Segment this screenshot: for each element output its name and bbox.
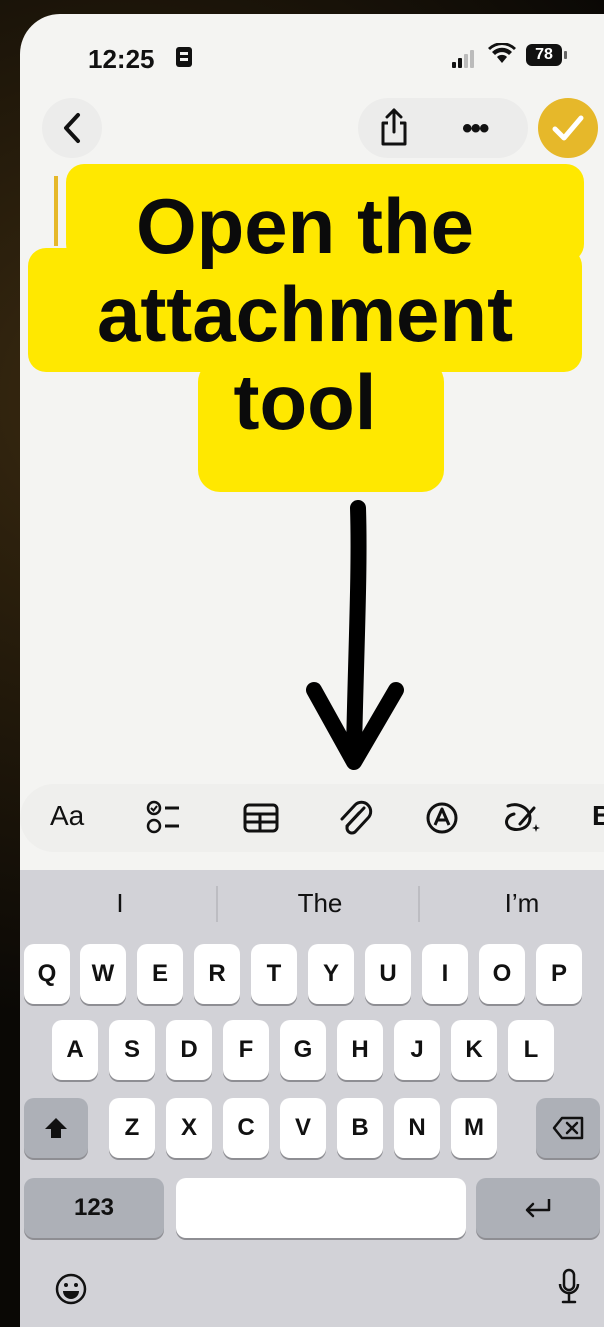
key-i[interactable]: I — [422, 944, 468, 1004]
key-u[interactable]: U — [365, 944, 411, 1004]
key-m[interactable]: M — [451, 1098, 497, 1158]
toolbar-overflow-item[interactable]: B — [592, 800, 604, 840]
microphone-icon[interactable] — [558, 1268, 580, 1308]
suggestion-divider — [216, 886, 218, 922]
key-j[interactable]: J — [394, 1020, 440, 1080]
key-n[interactable]: N — [394, 1098, 440, 1158]
emoji-icon[interactable] — [54, 1272, 88, 1306]
key-a[interactable]: A — [52, 1020, 98, 1080]
ellipsis-icon[interactable]: ••• — [462, 112, 489, 146]
key-x[interactable]: X — [166, 1098, 212, 1158]
suggestion-divider — [418, 886, 420, 922]
key-y[interactable]: Y — [308, 944, 354, 1004]
wifi-icon — [488, 40, 516, 72]
numbers-key[interactable]: 123 — [24, 1178, 164, 1238]
keyboard: I The I’m Q W E R T Y U I O P A S D F G … — [20, 870, 604, 1327]
key-k[interactable]: K — [451, 1020, 497, 1080]
text-style-button[interactable]: Aa — [50, 800, 84, 840]
delete-icon — [552, 1116, 584, 1140]
status-time: 12:25 — [88, 44, 155, 74]
callout-line-1: Open the — [135, 182, 474, 270]
sim-card-icon — [176, 47, 192, 67]
signal-icon — [452, 46, 478, 68]
key-p[interactable]: P — [536, 944, 582, 1004]
key-h[interactable]: H — [337, 1020, 383, 1080]
instruction-callout: Open the attachment tool — [28, 150, 584, 498]
key-c[interactable]: C — [223, 1098, 269, 1158]
key-f[interactable]: F — [223, 1020, 269, 1080]
key-l[interactable]: L — [508, 1020, 554, 1080]
key-z[interactable]: Z — [109, 1098, 155, 1158]
formatting-toolbar: Aa B — [20, 784, 604, 852]
suggestion-2[interactable]: The — [230, 888, 410, 919]
shift-icon — [45, 1118, 67, 1138]
sparkle-pen-icon[interactable] — [500, 798, 542, 838]
key-o[interactable]: O — [479, 944, 525, 1004]
note-actions-group: ••• — [358, 98, 528, 158]
checklist-icon[interactable] — [146, 798, 182, 838]
callout-line-3: tool — [233, 358, 377, 446]
pen-circle-icon[interactable] — [422, 798, 462, 838]
down-arrow-icon — [306, 500, 404, 770]
checkmark-icon — [552, 115, 584, 141]
key-b[interactable]: B — [337, 1098, 383, 1158]
delete-key[interactable] — [536, 1098, 600, 1158]
key-q[interactable]: Q — [24, 944, 70, 1004]
key-w[interactable]: W — [80, 944, 126, 1004]
suggestion-3[interactable]: I’m — [432, 888, 604, 919]
shift-key[interactable] — [24, 1098, 88, 1158]
callout-text: Open the attachment tool — [28, 182, 582, 446]
paperclip-icon[interactable] — [334, 798, 374, 838]
return-icon — [525, 1199, 551, 1218]
key-s[interactable]: S — [109, 1020, 155, 1080]
key-d[interactable]: D — [166, 1020, 212, 1080]
share-icon[interactable] — [380, 108, 408, 146]
back-button[interactable] — [42, 98, 102, 158]
table-icon[interactable] — [242, 798, 280, 838]
battery-indicator: 78 — [526, 44, 567, 66]
status-bar: 12:25 78 — [20, 14, 604, 84]
key-e[interactable]: E — [137, 944, 183, 1004]
key-v[interactable]: V — [280, 1098, 326, 1158]
return-key[interactable] — [476, 1178, 600, 1238]
chevron-left-icon — [64, 113, 80, 143]
suggestion-1[interactable]: I — [30, 888, 210, 919]
key-r[interactable]: R — [194, 944, 240, 1004]
key-g[interactable]: G — [280, 1020, 326, 1080]
done-button[interactable] — [538, 98, 598, 158]
key-t[interactable]: T — [251, 944, 297, 1004]
callout-line-2: attachment — [96, 270, 514, 358]
space-bar[interactable] — [176, 1178, 466, 1238]
